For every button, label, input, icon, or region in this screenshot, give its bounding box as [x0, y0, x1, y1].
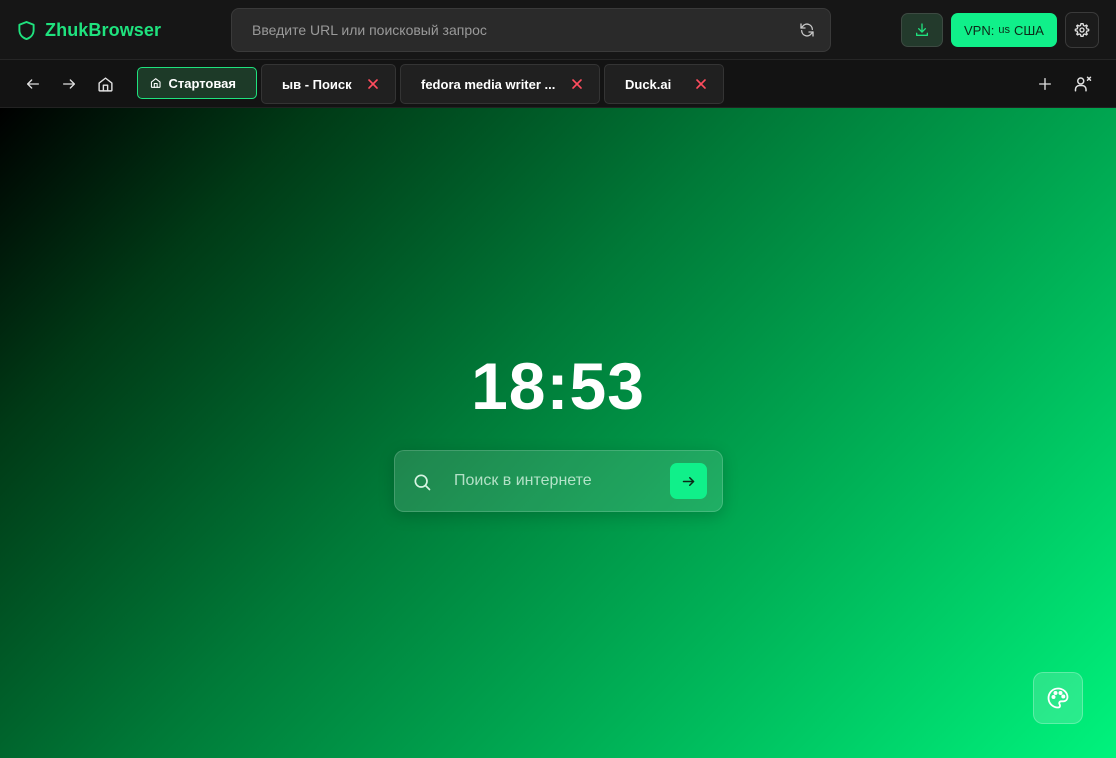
- arrow-left-icon: [27, 79, 39, 89]
- address-bar[interactable]: [231, 8, 831, 52]
- user-x-icon: [1074, 76, 1092, 92]
- home-icon: [97, 76, 113, 92]
- forward-button[interactable]: [59, 74, 79, 94]
- app-name: ZhukBrowser: [45, 19, 162, 40]
- close-icon[interactable]: [695, 78, 707, 90]
- downloads-button[interactable]: [901, 13, 943, 47]
- home-icon: [150, 78, 161, 88]
- tab-duck-ai[interactable]: Duck.ai: [604, 64, 724, 104]
- url-input[interactable]: [252, 9, 772, 51]
- start-page: 18:53: [0, 108, 1116, 758]
- arrow-right-icon: [63, 79, 75, 89]
- reload-button[interactable]: [797, 20, 817, 40]
- app-logo[interactable]: ZhukBrowser: [17, 18, 161, 42]
- download-icon: [916, 23, 928, 36]
- theme-button[interactable]: [1033, 672, 1083, 724]
- tab-search[interactable]: ыв - Поиск: [261, 64, 396, 104]
- tab-fedora[interactable]: fedora media writer ...: [400, 64, 600, 104]
- tab-label: ыв - Поиск: [282, 76, 352, 92]
- arrow-right-icon: [682, 476, 695, 486]
- top-bar: ZhukBrowser VPN: us США: [0, 0, 1116, 60]
- vpn-country-name: США: [1013, 22, 1044, 38]
- plus-icon: [1039, 78, 1051, 90]
- close-icon[interactable]: [367, 78, 379, 90]
- vpn-button[interactable]: VPN: us США: [951, 13, 1057, 47]
- search-icon: [414, 474, 431, 491]
- refresh-icon: [800, 23, 814, 37]
- search-submit-button[interactable]: [670, 463, 707, 499]
- gear-icon: [1074, 23, 1090, 37]
- web-search-box[interactable]: [394, 450, 723, 512]
- vpn-country-code: us: [998, 24, 1010, 36]
- tab-start[interactable]: Стартовая: [137, 67, 257, 99]
- back-button[interactable]: [23, 74, 43, 94]
- tab-label: Стартовая: [168, 75, 236, 91]
- palette-icon: [1047, 687, 1069, 709]
- close-icon[interactable]: [571, 78, 583, 90]
- tab-label: Duck.ai: [625, 76, 672, 92]
- clock: 18:53: [471, 349, 645, 423]
- home-button[interactable]: [95, 74, 115, 94]
- shield-icon: [18, 20, 35, 40]
- web-search-input[interactable]: [454, 451, 654, 511]
- new-tab-button[interactable]: [1035, 74, 1055, 94]
- settings-button[interactable]: [1065, 12, 1099, 48]
- vpn-label: VPN:: [964, 22, 995, 38]
- profile-button[interactable]: [1072, 74, 1094, 94]
- tab-label: fedora media writer ...: [421, 76, 556, 92]
- tab-bar: Стартовая ыв - Поиск fedora media writer…: [0, 60, 1116, 108]
